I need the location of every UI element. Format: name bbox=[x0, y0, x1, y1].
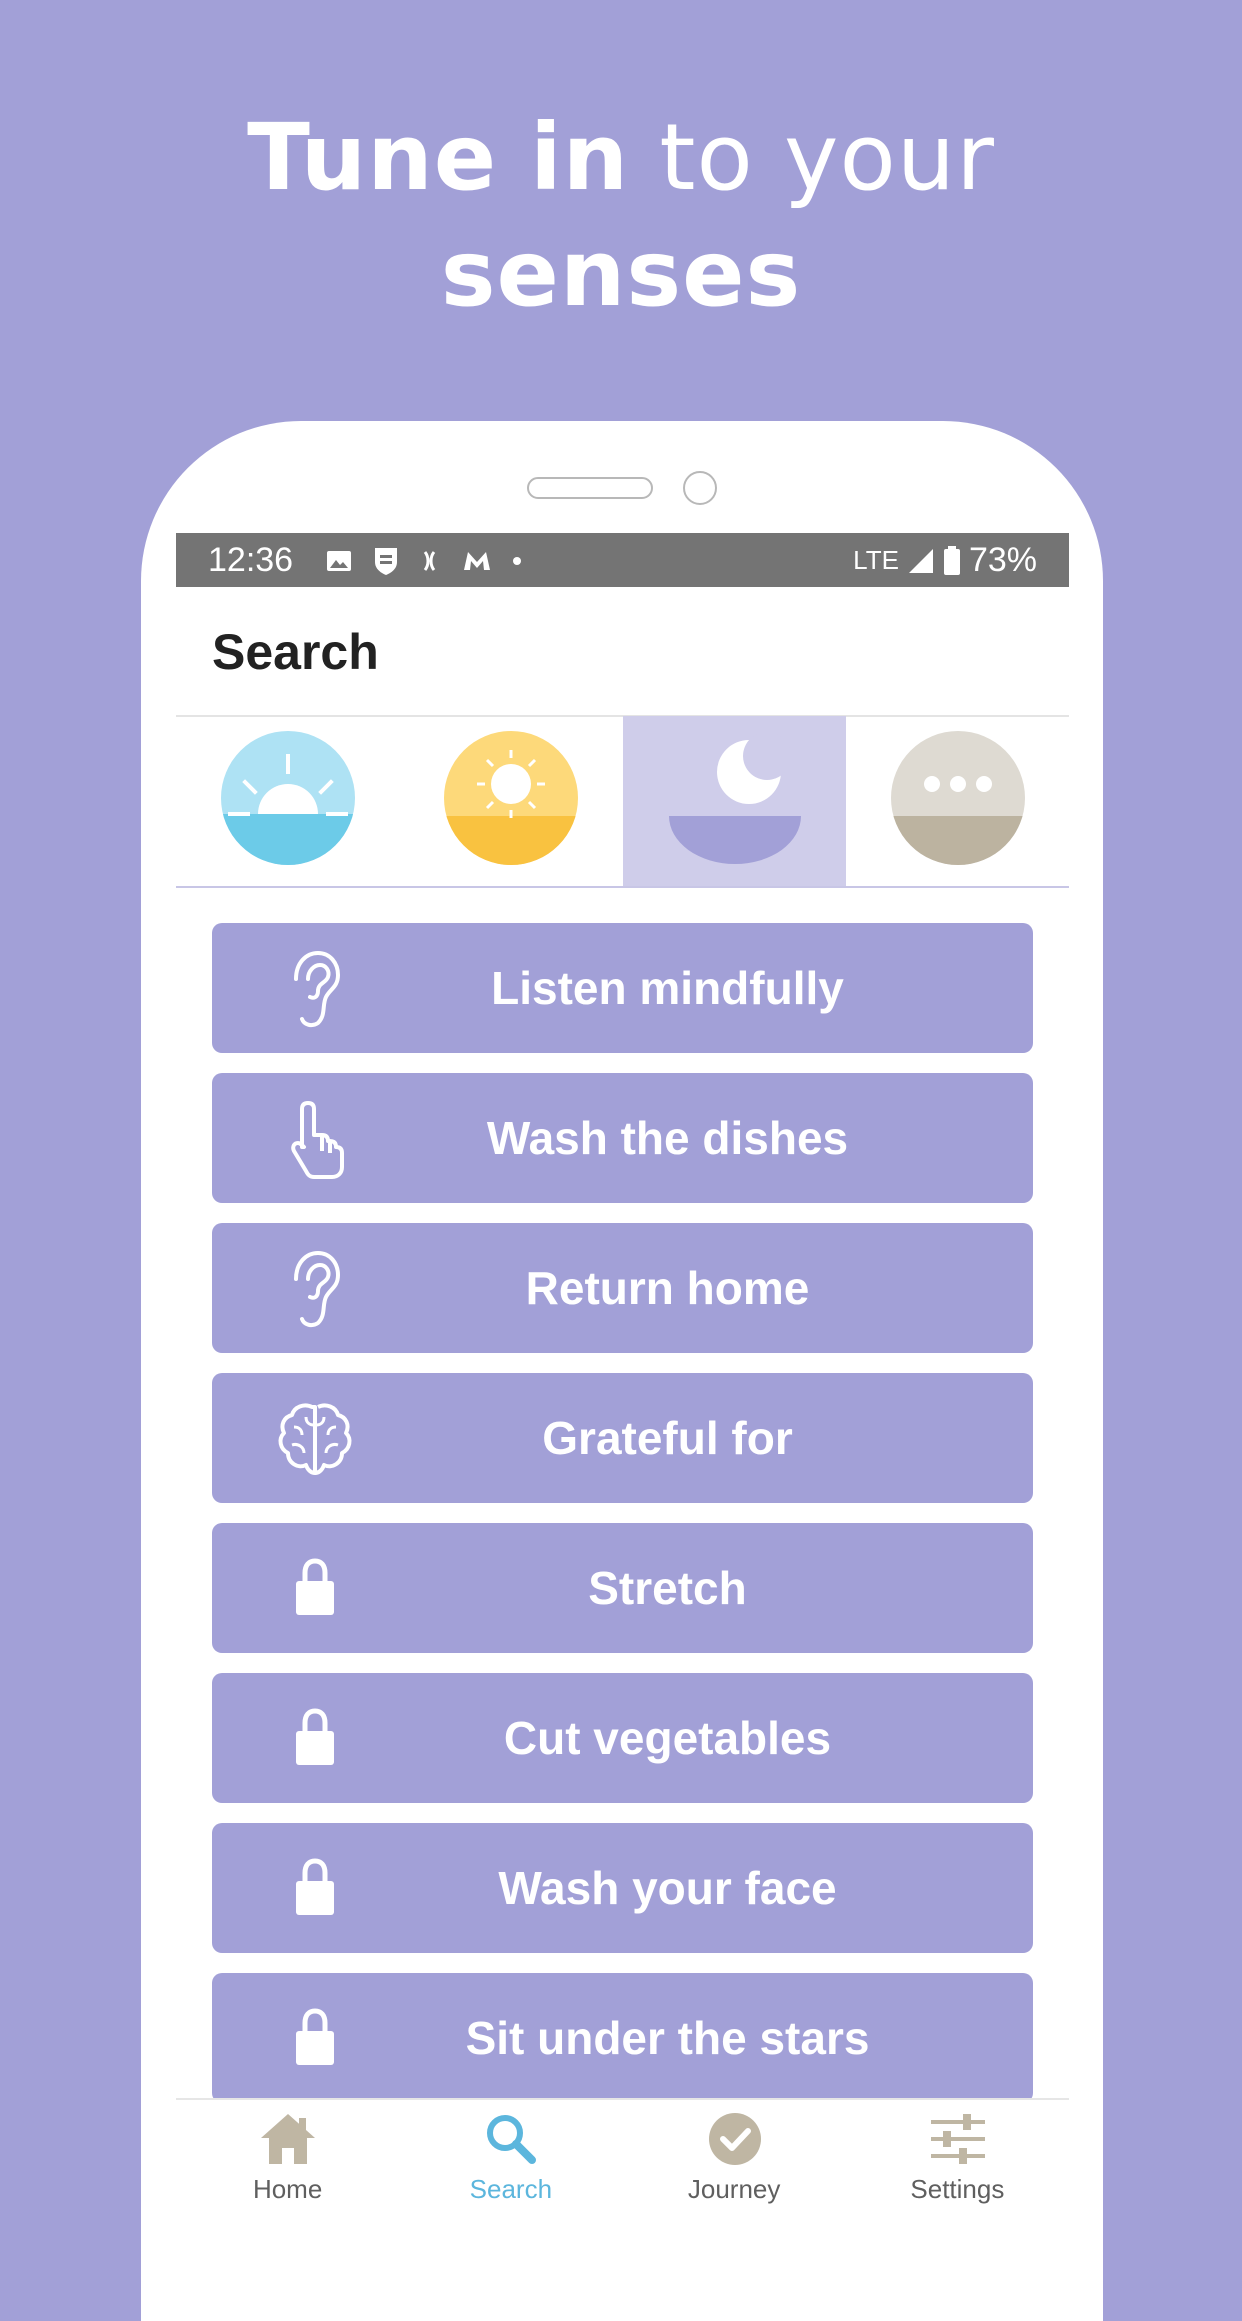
battery-percent: 73% bbox=[968, 541, 1037, 579]
tab-midday[interactable] bbox=[399, 716, 622, 886]
signal-icon bbox=[908, 548, 933, 573]
nav-search[interactable]: Search bbox=[399, 2100, 622, 2208]
headline-second-line: senses bbox=[440, 220, 802, 327]
image-icon bbox=[327, 551, 351, 571]
headline-light-text: to your bbox=[629, 104, 995, 211]
night-moon-icon bbox=[668, 732, 801, 864]
home-icon bbox=[261, 2114, 315, 2164]
phone-camera bbox=[683, 471, 717, 505]
list-item[interactable]: Grateful for bbox=[212, 1373, 1033, 1503]
item-label: Cut vegetables bbox=[503, 1712, 832, 1764]
nav-journey[interactable]: Journey bbox=[623, 2100, 846, 2208]
list-item[interactable]: Cut vegetables bbox=[212, 1673, 1033, 1803]
tab-night[interactable] bbox=[622, 716, 846, 886]
list-item[interactable]: Stretch bbox=[212, 1523, 1033, 1653]
phone-speaker bbox=[527, 477, 653, 499]
bottom-navigation: Home Search Journey Settings bbox=[176, 2098, 1069, 2208]
item-label: Listen mindfully bbox=[491, 962, 844, 1014]
nav-home[interactable]: Home bbox=[176, 2100, 399, 2208]
status-bar: 12:36 LTE 73% bbox=[176, 533, 1069, 587]
activity-list: Listen mindfully Wash the dishes Return … bbox=[212, 923, 1033, 2123]
search-icon bbox=[487, 2115, 537, 2164]
midday-sun-icon bbox=[444, 731, 579, 865]
dot-icon bbox=[513, 557, 521, 565]
item-label: Sit under the stars bbox=[465, 2012, 870, 2064]
shield-icon bbox=[375, 548, 397, 575]
list-item[interactable]: Wash your face bbox=[212, 1823, 1033, 1953]
check-circle-icon bbox=[708, 2113, 761, 2165]
battery-icon bbox=[943, 545, 960, 575]
item-label: Wash your face bbox=[498, 1862, 837, 1914]
time-of-day-tabs bbox=[176, 716, 1069, 888]
item-label: Stretch bbox=[588, 1562, 747, 1614]
wave-icon bbox=[423, 551, 436, 571]
app-bar: Search bbox=[176, 587, 1069, 717]
notification-icons bbox=[326, 543, 522, 579]
m-logo-icon bbox=[464, 552, 490, 570]
nav-label: Search bbox=[469, 2174, 553, 2204]
status-right: LTE 73% bbox=[853, 541, 1037, 580]
sliders-icon bbox=[930, 2114, 985, 2164]
app-screen: 12:36 LTE 73% Search Listen mindfully Wa… bbox=[176, 533, 1069, 2208]
list-item[interactable]: Sit under the stars bbox=[212, 1973, 1033, 2103]
nav-label: Home bbox=[252, 2174, 323, 2204]
list-item[interactable]: Wash the dishes bbox=[212, 1073, 1033, 1203]
nav-label: Journey bbox=[687, 2174, 781, 2204]
nav-label: Settings bbox=[910, 2174, 1005, 2204]
morning-icon bbox=[221, 731, 355, 865]
status-time: 12:36 bbox=[208, 541, 294, 579]
tab-morning[interactable] bbox=[176, 716, 399, 886]
tab-more[interactable] bbox=[846, 716, 1069, 886]
item-label: Grateful for bbox=[542, 1412, 793, 1464]
network-label: LTE bbox=[853, 545, 899, 575]
promo-headline: Tune in to your senses bbox=[0, 100, 1242, 332]
nav-settings[interactable]: Settings bbox=[846, 2100, 1069, 2208]
list-item[interactable]: Return home bbox=[212, 1223, 1033, 1353]
headline-bold-text: Tune in bbox=[247, 104, 630, 211]
list-item[interactable]: Listen mindfully bbox=[212, 923, 1033, 1053]
item-label: Return home bbox=[525, 1262, 810, 1314]
item-label: Wash the dishes bbox=[486, 1112, 849, 1164]
page-title: Search bbox=[212, 624, 379, 680]
more-icon bbox=[890, 731, 1025, 865]
